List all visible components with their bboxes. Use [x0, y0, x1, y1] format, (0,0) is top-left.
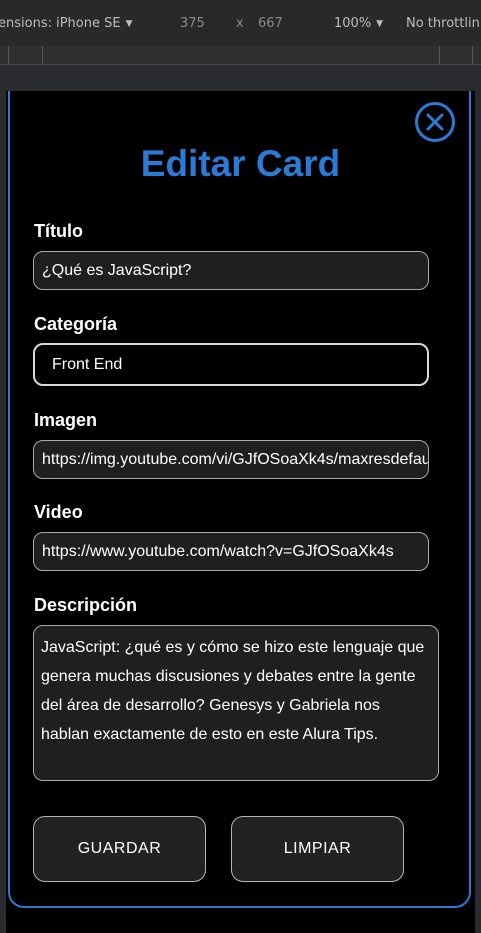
imagen-label: Imagen: [34, 410, 98, 430]
throttle-selector[interactable]: No throttlin: [406, 16, 480, 31]
categoria-label: Categoría: [34, 314, 118, 334]
video-label: Video: [34, 502, 83, 522]
imagen-input[interactable]: https://img.youtube.com/vi/GJfOSoaXk4s/m…: [33, 440, 429, 479]
close-button[interactable]: [415, 102, 455, 142]
descripcion-label: Descripción: [34, 595, 138, 615]
dimension-separator: x: [236, 16, 244, 31]
media-query-ruler[interactable]: [0, 46, 481, 65]
ruler-tick: [42, 46, 43, 64]
viewport-height[interactable]: 667: [258, 16, 283, 31]
device-selector[interactable]: ensions: iPhone SE ▼: [0, 16, 133, 31]
modal-title: Editar Card: [140, 143, 341, 184]
device-stage: [0, 65, 481, 933]
chevron-down-icon: ▼: [376, 19, 384, 29]
zoom-selector[interactable]: 100% ▼: [334, 16, 383, 31]
ruler-tick: [8, 46, 9, 64]
edit-card-modal: [8, 91, 471, 908]
close-icon: [426, 113, 444, 131]
zoom-label: 100%: [334, 16, 372, 31]
guardar-button[interactable]: GUARDAR: [33, 816, 206, 882]
device-label: ensions: iPhone SE: [0, 16, 121, 31]
titulo-input[interactable]: ¿Qué es JavaScript?: [33, 251, 429, 290]
chevron-down-icon: ▼: [125, 19, 133, 29]
ruler-tick: [439, 46, 440, 64]
categoria-select[interactable]: Front End: [33, 343, 429, 386]
titulo-label: Título: [34, 221, 83, 241]
limpiar-button[interactable]: LIMPIAR: [231, 816, 404, 882]
video-input[interactable]: https://www.youtube.com/watch?v=GJfOSoaX…: [33, 532, 429, 571]
descripcion-textarea[interactable]: JavaScript: ¿qué es y cómo se hizo este …: [33, 625, 439, 781]
devtools-device-toolbar: ensions: iPhone SE ▼ 375 x 667 100% ▼ No t…: [0, 0, 481, 47]
viewport-width[interactable]: 375: [180, 16, 205, 31]
ruler-tick: [472, 46, 473, 64]
